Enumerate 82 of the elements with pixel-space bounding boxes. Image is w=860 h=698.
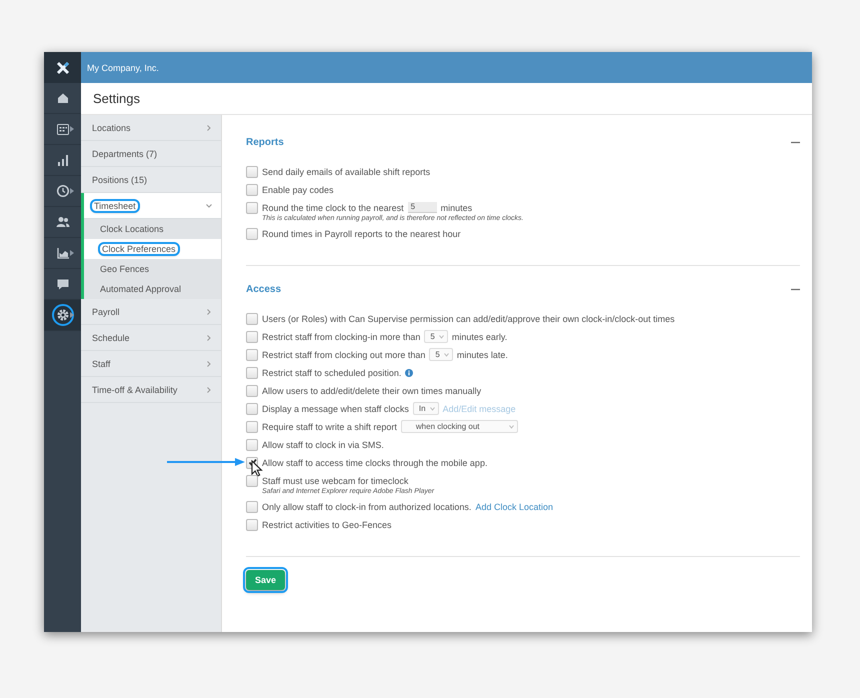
chevron-down-icon xyxy=(206,202,212,208)
clock-icon xyxy=(56,184,70,198)
nav-item[interactable]: Departments (7) xyxy=(81,141,221,167)
chevron-right-icon xyxy=(206,386,212,392)
page-title: Settings xyxy=(93,91,140,106)
dropdown[interactable]: 5 xyxy=(429,348,453,361)
checkbox[interactable] xyxy=(246,348,258,360)
checkbox[interactable] xyxy=(246,420,258,432)
caret-icon xyxy=(430,406,435,410)
checkbox[interactable] xyxy=(246,312,258,324)
option-label: Send daily emails of available shift reports xyxy=(262,166,430,176)
option-label: Round the time clock to the nearest xyxy=(262,202,404,212)
option-label: Allow staff to clock in via SMS. xyxy=(262,440,384,450)
logo-icon xyxy=(56,60,70,74)
chevron-right-icon xyxy=(206,308,212,314)
caret-icon xyxy=(70,250,74,256)
checkbox[interactable] xyxy=(246,402,258,414)
option-label: Enable pay codes xyxy=(262,184,334,194)
sidebar-item[interactable] xyxy=(44,300,81,331)
option-label: Restrict activities to Geo-Fences xyxy=(262,520,392,530)
option-label: Restrict staff from clocking-in more than xyxy=(262,332,420,342)
nav-subitem[interactable]: Automated Approval xyxy=(84,279,221,299)
dropdown[interactable]: when clocking out xyxy=(400,420,518,433)
home-icon xyxy=(56,91,70,105)
calendar-icon xyxy=(56,122,70,136)
company-name: My Company, Inc. xyxy=(87,62,159,72)
link[interactable]: Add Clock Location xyxy=(475,502,553,512)
chevron-right-icon xyxy=(206,360,212,366)
nav-subitem[interactable]: Clock Locations xyxy=(84,219,221,239)
checkbox[interactable] xyxy=(246,500,258,512)
checkmark-icon xyxy=(248,458,256,467)
nav-item[interactable]: Locations xyxy=(81,115,221,141)
option-label: Display a message when staff clocks xyxy=(262,404,409,414)
option-label: minutes late. xyxy=(456,350,508,360)
area-chart-icon xyxy=(56,246,70,260)
nav-item[interactable]: Schedule xyxy=(81,325,221,351)
chat-icon xyxy=(56,277,70,291)
chevron-right-icon xyxy=(206,334,212,340)
dropdown[interactable]: 5 xyxy=(424,330,448,343)
option-label: Require staff to write a shift report xyxy=(262,422,397,432)
info-icon xyxy=(405,368,414,376)
mouse-cursor-icon xyxy=(251,460,263,477)
nav-subitem[interactable]: Clock Preferences xyxy=(84,239,221,259)
caret-icon xyxy=(444,352,449,356)
caret-icon xyxy=(70,126,74,132)
checkbox[interactable] xyxy=(246,166,258,178)
option-label: Users (or Roles) with Can Supervise permission can add/edit/approve their own clock-in/clock-out times xyxy=(262,314,675,324)
option-label: Only allow staff to clock-in from authorized locations. xyxy=(262,502,472,512)
nav-subitem[interactable]: Geo Fences xyxy=(84,259,221,279)
people-icon xyxy=(56,215,70,229)
bar-chart-icon xyxy=(56,153,70,167)
nav-item[interactable]: Timesheet xyxy=(84,193,221,219)
checkbox[interactable] xyxy=(246,330,258,342)
checkbox[interactable] xyxy=(246,474,258,486)
nav-item[interactable]: Staff xyxy=(81,351,221,377)
checkbox[interactable] xyxy=(246,384,258,396)
option-label: Round times in Payroll reports to the nearest hour xyxy=(262,228,461,238)
option-label: minutes early. xyxy=(452,332,508,342)
checkbox[interactable] xyxy=(246,518,258,530)
dropdown[interactable]: In xyxy=(412,402,439,415)
checkbox[interactable] xyxy=(246,184,258,196)
minutes-input[interactable]: 5 xyxy=(408,202,437,213)
nav-item[interactable]: Payroll xyxy=(81,299,221,325)
caret-icon xyxy=(70,188,74,194)
checkbox[interactable] xyxy=(246,366,258,378)
option-label: Allow staff to access time clocks through the mobile app. xyxy=(262,458,488,468)
section-title: Access xyxy=(246,284,282,294)
checkbox[interactable] xyxy=(246,438,258,450)
option-label: Restrict staff to scheduled position. xyxy=(262,368,402,378)
option-label: minutes xyxy=(440,202,472,212)
caret-icon xyxy=(508,424,514,428)
settings-icon xyxy=(56,308,70,322)
checkbox[interactable] xyxy=(246,202,258,214)
checkbox[interactable] xyxy=(246,228,258,240)
option-label: Restrict staff from clocking out more than xyxy=(262,350,426,360)
caret-icon xyxy=(70,312,74,318)
chevron-right-icon xyxy=(206,124,212,130)
option-label: Staff must use webcam for timeclock xyxy=(262,476,408,486)
section-title: Reports xyxy=(246,136,284,148)
caret-icon xyxy=(438,334,444,338)
nav-item[interactable]: Time-off & Availability xyxy=(81,377,221,403)
option-label: Allow users to add/edit/delete their own times manually xyxy=(262,386,482,396)
